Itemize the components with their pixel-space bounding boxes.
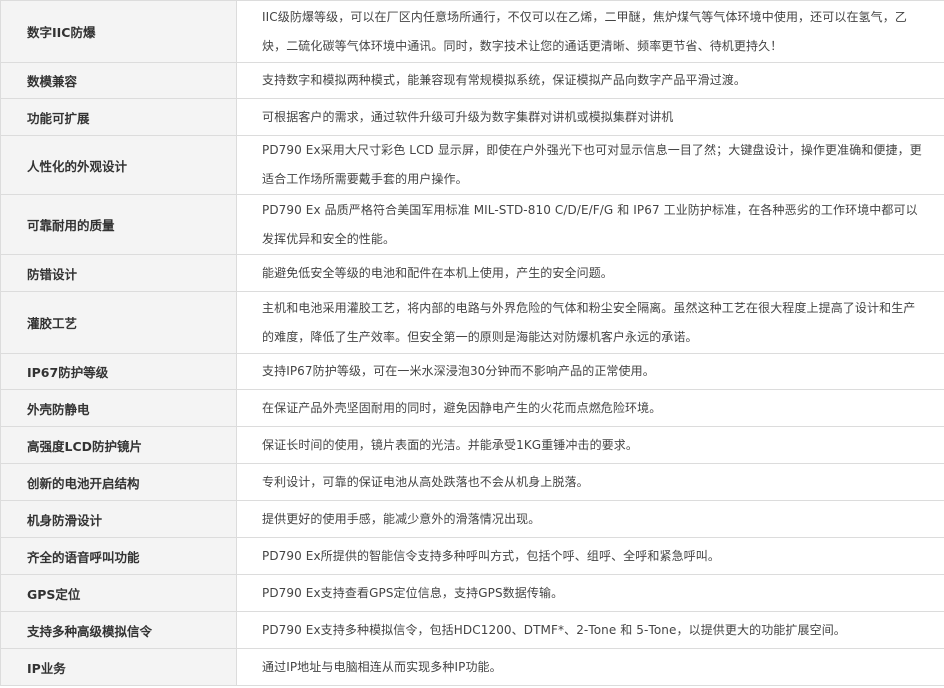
feature-description: 支持IP67防护等级，可在一米水深浸泡30分钟而不影响产品的正常使用。 [236,353,944,390]
feature-description: 支持数字和模拟两种模式，能兼容现有常规模拟系统，保证模拟产品向数字产品平滑过渡。 [236,62,944,99]
feature-description: 在保证产品外壳坚固耐用的同时，避免因静电产生的火花而点燃危险环境。 [236,389,944,427]
table-row: 灌胶工艺 主机和电池采用灌胶工艺，将内部的电路与外界危险的气体和粉尘安全隔离。虽… [0,291,944,354]
table-row: 机身防滑设计 提供更好的使用手感，能减少意外的滑落情况出现。 [0,500,944,538]
table-row: IP67防护等级 支持IP67防护等级，可在一米水深浸泡30分钟而不影响产品的正… [0,353,944,390]
feature-description: PD790 Ex 品质严格符合美国军用标准 MIL-STD-810 C/D/E/… [236,194,944,255]
table-row: 人性化的外观设计 PD790 Ex采用大尺寸彩色 LCD 显示屏，即使在户外强光… [0,135,944,195]
feature-description: PD790 Ex所提供的智能信令支持多种呼叫方式，包括个呼、组呼、全呼和紧急呼叫… [236,537,944,575]
table-row: 齐全的语音呼叫功能 PD790 Ex所提供的智能信令支持多种呼叫方式，包括个呼、… [0,537,944,575]
feature-description: PD790 Ex支持多种模拟信令，包括HDC1200、DTMF*、2-Tone … [236,611,944,649]
feature-name: 数字IIC防爆 [0,0,237,63]
table-row: IP业务 通过IP地址与电脑相连从而实现多种IP功能。 [0,648,944,686]
table-row: 功能可扩展 可根据客户的需求，通过软件升级可升级为数字集群对讲机或模拟集群对讲机 [0,98,944,136]
feature-name: IP67防护等级 [0,353,237,390]
feature-description: 能避免低安全等级的电池和配件在本机上使用，产生的安全问题。 [236,254,944,292]
feature-description: 保证长时间的使用，镜片表面的光洁。并能承受1KG重锤冲击的要求。 [236,426,944,464]
feature-name: 机身防滑设计 [0,500,237,538]
feature-description: 提供更好的使用手感，能减少意外的滑落情况出现。 [236,500,944,538]
feature-name: 数模兼容 [0,62,237,99]
table-row: 可靠耐用的质量 PD790 Ex 品质严格符合美国军用标准 MIL-STD-81… [0,194,944,255]
table-row: GPS定位 PD790 Ex支持查看GPS定位信息，支持GPS数据传输。 [0,574,944,612]
feature-description: 可根据客户的需求，通过软件升级可升级为数字集群对讲机或模拟集群对讲机 [236,98,944,136]
table-row: 支持多种高级模拟信令 PD790 Ex支持多种模拟信令，包括HDC1200、DT… [0,611,944,649]
feature-name: 可靠耐用的质量 [0,194,237,255]
feature-name: IP业务 [0,648,237,686]
feature-name: GPS定位 [0,574,237,612]
feature-description: 通过IP地址与电脑相连从而实现多种IP功能。 [236,648,944,686]
feature-name: 支持多种高级模拟信令 [0,611,237,649]
table-row: 创新的电池开启结构 专利设计，可靠的保证电池从高处跌落也不会从机身上脱落。 [0,463,944,501]
feature-description: 主机和电池采用灌胶工艺，将内部的电路与外界危险的气体和粉尘安全隔离。虽然这种工艺… [236,291,944,354]
spec-table: 数字IIC防爆 IIC级防爆等级，可以在厂区内任意场所通行，不仅可以在乙烯，二甲… [0,0,944,686]
table-row: 数字IIC防爆 IIC级防爆等级，可以在厂区内任意场所通行，不仅可以在乙烯，二甲… [0,0,944,63]
feature-name: 高强度LCD防护镜片 [0,426,237,464]
table-row: 高强度LCD防护镜片 保证长时间的使用，镜片表面的光洁。并能承受1KG重锤冲击的… [0,426,944,464]
feature-name: 灌胶工艺 [0,291,237,354]
feature-name: 创新的电池开启结构 [0,463,237,501]
feature-name: 防错设计 [0,254,237,292]
feature-name: 外壳防静电 [0,389,237,427]
feature-description: PD790 Ex采用大尺寸彩色 LCD 显示屏，即使在户外强光下也可对显示信息一… [236,135,944,195]
feature-description: 专利设计，可靠的保证电池从高处跌落也不会从机身上脱落。 [236,463,944,501]
feature-description: PD790 Ex支持查看GPS定位信息，支持GPS数据传输。 [236,574,944,612]
feature-name: 功能可扩展 [0,98,237,136]
feature-description: IIC级防爆等级，可以在厂区内任意场所通行，不仅可以在乙烯，二甲醚，焦炉煤气等气… [236,0,944,63]
table-row: 数模兼容 支持数字和模拟两种模式，能兼容现有常规模拟系统，保证模拟产品向数字产品… [0,62,944,99]
feature-name: 齐全的语音呼叫功能 [0,537,237,575]
feature-name: 人性化的外观设计 [0,135,237,195]
table-row: 防错设计 能避免低安全等级的电池和配件在本机上使用，产生的安全问题。 [0,254,944,292]
table-row: 外壳防静电 在保证产品外壳坚固耐用的同时，避免因静电产生的火花而点燃危险环境。 [0,389,944,427]
